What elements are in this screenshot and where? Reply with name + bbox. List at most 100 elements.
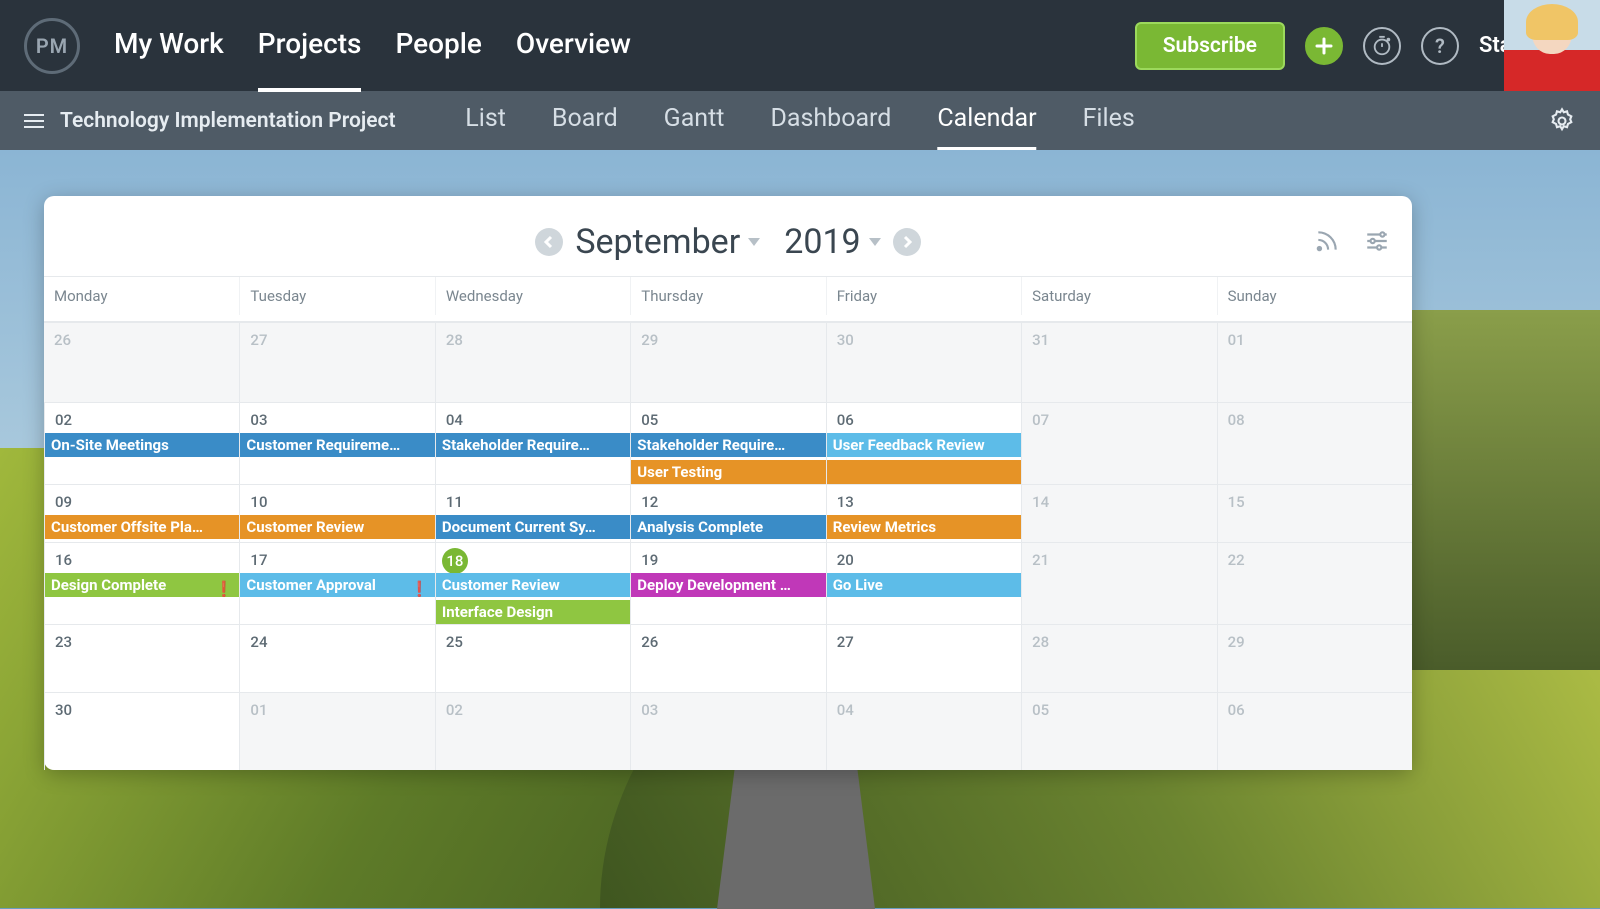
day-cell[interactable]: 14	[1021, 484, 1216, 542]
day-cell[interactable]: 09Customer Offsite Pla…	[44, 484, 239, 542]
day-number: 16	[55, 551, 72, 569]
day-cell[interactable]: 08	[1217, 402, 1412, 484]
day-cell[interactable]: 04	[826, 692, 1021, 770]
day-cell[interactable]: 13Review Metrics	[826, 484, 1021, 542]
rss-button[interactable]	[1314, 228, 1340, 254]
tab-files[interactable]: Files	[1083, 90, 1135, 151]
day-cell[interactable]: 26	[44, 322, 239, 402]
day-cell[interactable]: 02On-Site Meetings	[44, 402, 239, 484]
day-cell[interactable]: 27	[239, 322, 434, 402]
filter-button[interactable]	[1364, 228, 1390, 254]
day-cell[interactable]: 03	[630, 692, 825, 770]
tab-calendar[interactable]: Calendar	[937, 90, 1036, 151]
calendar-event[interactable]: Analysis Complete	[631, 515, 825, 539]
calendar-panel: September 2019 Monday Tuesday Wednesday …	[44, 196, 1412, 770]
day-number: 19	[641, 551, 658, 569]
day-cell[interactable]: 29	[630, 322, 825, 402]
calendar-event[interactable]: Go Live	[827, 573, 1021, 597]
milestone-icon: ❗	[410, 577, 429, 597]
user-avatar[interactable]	[1504, 0, 1600, 91]
day-cell[interactable]: 30	[826, 322, 1021, 402]
day-cell[interactable]: 22	[1217, 542, 1412, 624]
add-button[interactable]	[1305, 27, 1343, 65]
day-cell[interactable]: 20 Go Live	[826, 542, 1021, 624]
next-month-button[interactable]	[893, 228, 921, 256]
calendar-event[interactable]: Customer Requireme…	[240, 433, 434, 457]
day-cell[interactable]: 05	[1021, 692, 1216, 770]
menu-icon[interactable]	[24, 114, 44, 128]
tab-list[interactable]: List	[465, 90, 506, 151]
calendar-event[interactable]: Customer Approval❗	[240, 573, 434, 597]
day-cell[interactable]: 15	[1217, 484, 1412, 542]
day-cell[interactable]: 06User Feedback Review	[826, 402, 1021, 484]
calendar-event[interactable]: On-Site Meetings	[45, 433, 239, 457]
timer-button[interactable]	[1363, 27, 1401, 65]
day-cell[interactable]: 01	[1217, 322, 1412, 402]
calendar-event[interactable]: Interface Design	[436, 600, 630, 624]
month-picker[interactable]: September	[575, 222, 760, 262]
tab-dashboard[interactable]: Dashboard	[770, 90, 891, 151]
calendar-event[interactable]: User Testing	[631, 460, 825, 484]
rss-icon	[1314, 228, 1340, 254]
day-cell[interactable]: 25	[435, 624, 630, 692]
calendar-event[interactable]: Design Complete❗	[45, 573, 239, 597]
calendar-event[interactable]: Stakeholder Require…	[631, 433, 825, 457]
day-cell[interactable]: 30	[44, 692, 239, 770]
day-cell[interactable]: 06	[1217, 692, 1412, 770]
nav-people[interactable]: People	[395, 0, 481, 92]
day-cell[interactable]: 10Customer Review	[239, 484, 434, 542]
calendar-event[interactable]: Deploy Development …	[631, 573, 825, 597]
day-number: 03	[250, 411, 267, 429]
day-cell[interactable]: 16 Design Complete❗	[44, 542, 239, 624]
calendar-event[interactable]: Customer Review	[240, 515, 434, 539]
day-cell[interactable]: 12Analysis Complete	[630, 484, 825, 542]
day-cell[interactable]: 07	[1021, 402, 1216, 484]
day-number: 07	[1032, 411, 1049, 429]
calendar-event[interactable]: Customer Review	[436, 573, 630, 597]
day-cell[interactable]: 19 Deploy Development …	[630, 542, 825, 624]
day-cell[interactable]: 17Customer Approval❗	[239, 542, 434, 624]
day-number: 03	[641, 701, 658, 719]
day-number: 20	[837, 551, 854, 569]
dropdown-icon	[869, 238, 881, 246]
year-picker[interactable]: 2019	[784, 222, 880, 262]
calendar-event[interactable]: User Feedback Review	[827, 433, 1021, 457]
tab-board[interactable]: Board	[552, 90, 618, 151]
day-cell[interactable]: 01	[239, 692, 434, 770]
calendar-event[interactable]: Review Metrics	[827, 515, 1021, 539]
day-cell[interactable]: 26	[630, 624, 825, 692]
day-cell[interactable]: 03 Customer Requireme…	[239, 402, 434, 484]
day-number: 27	[837, 633, 854, 651]
calendar-event[interactable]: Customer Offsite Pla…	[45, 515, 239, 539]
day-cell[interactable]: 11Document Current Sy…	[435, 484, 630, 542]
nav-projects[interactable]: Projects	[258, 0, 362, 92]
calendar-event[interactable]: Stakeholder Require…	[436, 433, 630, 457]
day-cell[interactable]: 18Customer ReviewInterface Design	[435, 542, 630, 624]
tab-gantt[interactable]: Gantt	[664, 90, 725, 151]
calendar-event[interactable]	[827, 460, 1021, 484]
subscribe-button[interactable]: Subscribe	[1135, 22, 1285, 70]
day-cell[interactable]: 28	[1021, 624, 1216, 692]
chevron-left-icon	[543, 235, 555, 249]
day-number: 02	[446, 701, 463, 719]
day-cell[interactable]: 27	[826, 624, 1021, 692]
nav-my-work[interactable]: My Work	[114, 0, 224, 92]
day-cell[interactable]: 29	[1217, 624, 1412, 692]
day-cell[interactable]: 05Stakeholder Require…User Testing	[630, 402, 825, 484]
day-number: 26	[54, 331, 71, 349]
day-cell[interactable]: 23	[44, 624, 239, 692]
day-cell[interactable]: 31	[1021, 322, 1216, 402]
settings-button[interactable]	[1548, 107, 1576, 135]
day-number: 28	[1032, 633, 1049, 651]
day-cell[interactable]: 21	[1021, 542, 1216, 624]
day-cell[interactable]: 02	[435, 692, 630, 770]
prev-month-button[interactable]	[535, 228, 563, 256]
app-logo[interactable]: PM	[24, 18, 80, 74]
day-cell[interactable]: 24	[239, 624, 434, 692]
calendar-event[interactable]: Document Current Sy…	[436, 515, 630, 539]
gear-icon	[1548, 107, 1576, 135]
nav-overview[interactable]: Overview	[516, 0, 631, 92]
day-cell[interactable]: 28	[435, 322, 630, 402]
help-button[interactable]: ?	[1421, 27, 1459, 65]
day-cell[interactable]: 04Stakeholder Require…	[435, 402, 630, 484]
